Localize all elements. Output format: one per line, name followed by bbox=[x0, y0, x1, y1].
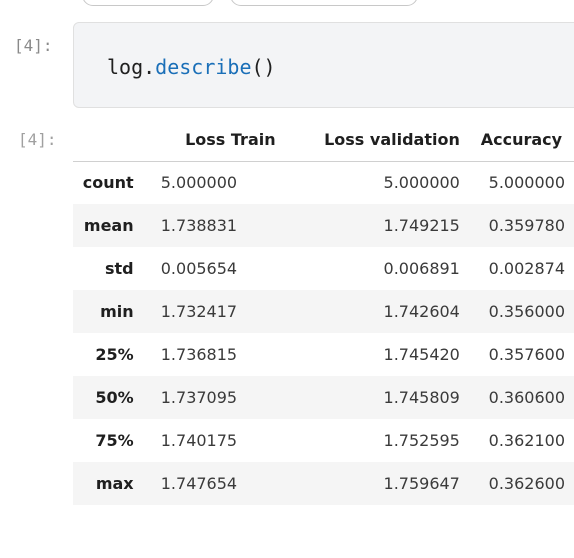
table-cell: 1.742604 bbox=[383, 302, 460, 321]
column-header: Accuracy bbox=[468, 118, 574, 162]
input-prompt: [4]: bbox=[14, 36, 53, 55]
table-cell: 1.740175 bbox=[160, 431, 238, 450]
column-header: Loss Train bbox=[142, 118, 316, 162]
table-cell: 0.356000 bbox=[488, 302, 565, 321]
column-header: Loss validation bbox=[315, 118, 469, 162]
table-row: 25% 1.736815 1.745420 0.357600 bbox=[73, 333, 574, 376]
table-cell: 0.005654 bbox=[160, 259, 238, 278]
table-cell: 1.738831 bbox=[160, 216, 238, 235]
row-index-label: count bbox=[82, 173, 134, 193]
table-cell: 1.732417 bbox=[160, 302, 238, 321]
row-index-label: max bbox=[95, 474, 134, 493]
table-cell: 1.749215 bbox=[383, 216, 460, 235]
table-cell: 1.759647 bbox=[383, 474, 460, 493]
table-corner-header bbox=[73, 118, 143, 162]
table-cell: 1.745809 bbox=[383, 388, 460, 407]
table-cell: 1.737095 bbox=[160, 388, 238, 407]
table-row: min 1.732417 1.742604 0.356000 bbox=[73, 290, 574, 333]
table-cell: 1.745420 bbox=[383, 345, 460, 364]
table-cell: 5.000000 bbox=[488, 173, 565, 193]
row-index-label: 50% bbox=[95, 388, 134, 407]
table-row: mean 1.738831 1.749215 0.359780 bbox=[73, 204, 574, 247]
table-cell: 1.736815 bbox=[160, 345, 238, 364]
code-line: log.describe() bbox=[107, 55, 276, 79]
row-index-label: mean bbox=[83, 216, 134, 235]
toolbar-pill-right[interactable] bbox=[230, 0, 418, 6]
table-row: 50% 1.737095 1.745809 0.360600 bbox=[73, 376, 574, 419]
code-dot: . bbox=[143, 55, 156, 79]
table-cell: 0.002874 bbox=[488, 259, 565, 278]
table-cell: 5.000000 bbox=[383, 173, 460, 193]
describe-output-table: Loss Train Loss validation Accuracy coun… bbox=[73, 118, 574, 505]
code-args: () bbox=[251, 55, 276, 79]
table-cell: 1.747654 bbox=[160, 474, 238, 493]
row-index-label: 75% bbox=[95, 431, 134, 450]
table-row: max 1.747654 1.759647 0.362600 bbox=[73, 462, 574, 505]
table-cell: 0.362100 bbox=[488, 431, 565, 450]
table-cell: 0.362600 bbox=[488, 474, 565, 493]
row-index-label: std bbox=[105, 259, 134, 278]
code-method: describe bbox=[155, 55, 252, 79]
table-cell: 0.360600 bbox=[488, 388, 565, 407]
table-cell: 1.752595 bbox=[383, 431, 460, 450]
table-row: 75% 1.740175 1.752595 0.362100 bbox=[73, 419, 574, 462]
table-row: std 0.005654 0.006891 0.002874 bbox=[73, 247, 574, 290]
table-cell: 0.006891 bbox=[383, 259, 460, 278]
table-cell: 0.357600 bbox=[488, 345, 565, 364]
table-header-row: Loss Train Loss validation Accuracy bbox=[73, 118, 574, 162]
output-prompt: [4]: bbox=[18, 130, 57, 149]
code-object: log bbox=[107, 55, 144, 79]
row-index-label: 25% bbox=[95, 345, 134, 364]
code-cell-editor[interactable]: log.describe() bbox=[73, 22, 574, 108]
table-row: count 5.000000 5.000000 5.000000 bbox=[73, 161, 574, 204]
table-cell: 5.000000 bbox=[160, 173, 238, 193]
toolbar-pill-left[interactable] bbox=[82, 0, 214, 6]
table-cell: 0.359780 bbox=[488, 216, 565, 235]
row-index-label: min bbox=[100, 302, 134, 321]
